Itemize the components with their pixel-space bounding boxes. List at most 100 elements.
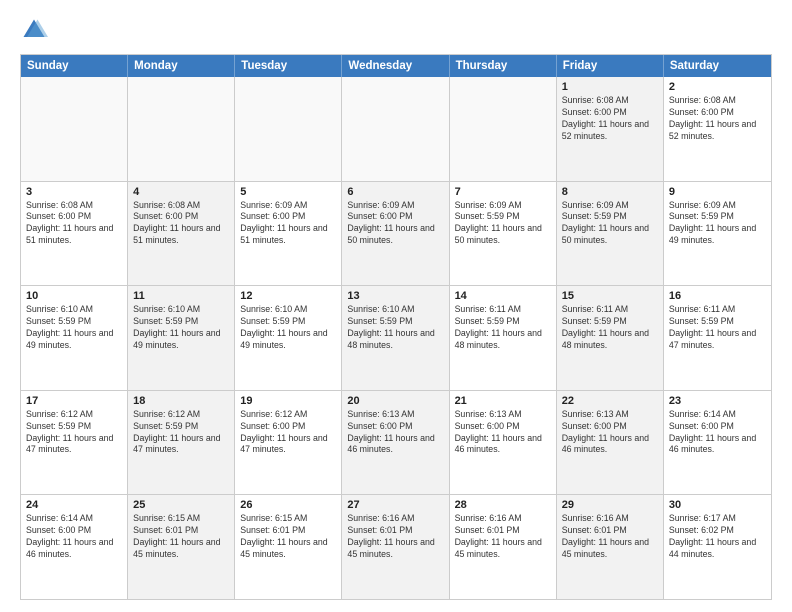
cal-cell: 8 Sunrise: 6:09 AMSunset: 5:59 PMDaylight… xyxy=(557,182,664,286)
day-number: 10 xyxy=(26,290,122,302)
cal-cell xyxy=(450,77,557,181)
day-number: 30 xyxy=(669,499,766,511)
day-number: 2 xyxy=(669,81,766,93)
day-number: 4 xyxy=(133,186,229,198)
day-number: 29 xyxy=(562,499,658,511)
day-number: 21 xyxy=(455,395,551,407)
cal-header-saturday: Saturday xyxy=(664,55,771,77)
cell-info: Sunrise: 6:09 AMSunset: 5:59 PMDaylight:… xyxy=(562,200,658,248)
cell-info: Sunrise: 6:15 AMSunset: 6:01 PMDaylight:… xyxy=(240,513,336,561)
cal-row-0: 1 Sunrise: 6:08 AMSunset: 6:00 PMDaylight… xyxy=(21,77,771,181)
day-number: 5 xyxy=(240,186,336,198)
cal-row-1: 3 Sunrise: 6:08 AMSunset: 6:00 PMDaylight… xyxy=(21,181,771,286)
day-number: 8 xyxy=(562,186,658,198)
cal-cell: 12 Sunrise: 6:10 AMSunset: 5:59 PMDayligh… xyxy=(235,286,342,390)
cell-info: Sunrise: 6:11 AMSunset: 5:59 PMDaylight:… xyxy=(562,304,658,352)
cal-cell: 13 Sunrise: 6:10 AMSunset: 5:59 PMDayligh… xyxy=(342,286,449,390)
day-number: 27 xyxy=(347,499,443,511)
cal-cell xyxy=(128,77,235,181)
cal-cell xyxy=(235,77,342,181)
cell-info: Sunrise: 6:11 AMSunset: 5:59 PMDaylight:… xyxy=(669,304,766,352)
day-number: 13 xyxy=(347,290,443,302)
cal-row-2: 10 Sunrise: 6:10 AMSunset: 5:59 PMDayligh… xyxy=(21,285,771,390)
cal-header-wednesday: Wednesday xyxy=(342,55,449,77)
cal-cell: 26Sunrise: 6:15 AMSunset: 6:01 PMDayligh… xyxy=(235,495,342,599)
cell-info: Sunrise: 6:13 AMSunset: 6:00 PMDaylight:… xyxy=(455,409,551,457)
cal-cell: 2 Sunrise: 6:08 AMSunset: 6:00 PMDaylight… xyxy=(664,77,771,181)
calendar: SundayMondayTuesdayWednesdayThursdayFrid… xyxy=(20,54,772,600)
cal-cell: 24Sunrise: 6:14 AMSunset: 6:00 PMDayligh… xyxy=(21,495,128,599)
cell-info: Sunrise: 6:09 AMSunset: 5:59 PMDaylight:… xyxy=(455,200,551,248)
cal-cell: 19 Sunrise: 6:12 AMSunset: 6:00 PMDayligh… xyxy=(235,391,342,495)
cal-cell: 4 Sunrise: 6:08 AMSunset: 6:00 PMDaylight… xyxy=(128,182,235,286)
cal-cell: 10 Sunrise: 6:10 AMSunset: 5:59 PMDayligh… xyxy=(21,286,128,390)
day-number: 11 xyxy=(133,290,229,302)
logo-icon xyxy=(20,16,48,44)
logo xyxy=(20,16,52,44)
cal-header-friday: Friday xyxy=(557,55,664,77)
cell-info: Sunrise: 6:08 AMSunset: 6:00 PMDaylight:… xyxy=(26,200,122,248)
cell-info: Sunrise: 6:08 AMSunset: 6:00 PMDaylight:… xyxy=(133,200,229,248)
cal-cell: 18Sunrise: 6:12 AMSunset: 5:59 PMDayligh… xyxy=(128,391,235,495)
cal-cell: 22 Sunrise: 6:13 AMSunset: 6:00 PMDayligh… xyxy=(557,391,664,495)
day-number: 3 xyxy=(26,186,122,198)
day-number: 9 xyxy=(669,186,766,198)
cell-info: Sunrise: 6:09 AMSunset: 6:00 PMDaylight:… xyxy=(347,200,443,248)
cal-header-monday: Monday xyxy=(128,55,235,77)
cell-info: Sunrise: 6:13 AMSunset: 6:00 PMDaylight:… xyxy=(347,409,443,457)
cal-cell: 7Sunrise: 6:09 AMSunset: 5:59 PMDaylight… xyxy=(450,182,557,286)
cal-cell: 23 Sunrise: 6:14 AMSunset: 6:00 PMDayligh… xyxy=(664,391,771,495)
cell-info: Sunrise: 6:10 AMSunset: 5:59 PMDaylight:… xyxy=(26,304,122,352)
cal-cell: 28 Sunrise: 6:16 AMSunset: 6:01 PMDayligh… xyxy=(450,495,557,599)
day-number: 18 xyxy=(133,395,229,407)
cal-header-sunday: Sunday xyxy=(21,55,128,77)
cell-info: Sunrise: 6:14 AMSunset: 6:00 PMDaylight:… xyxy=(26,513,122,561)
cal-cell: 25 Sunrise: 6:15 AMSunset: 6:01 PMDayligh… xyxy=(128,495,235,599)
cal-cell: 27 Sunrise: 6:16 AMSunset: 6:01 PMDayligh… xyxy=(342,495,449,599)
calendar-body: 1 Sunrise: 6:08 AMSunset: 6:00 PMDaylight… xyxy=(21,77,771,599)
cal-cell: 29 Sunrise: 6:16 AMSunset: 6:01 PMDayligh… xyxy=(557,495,664,599)
cal-cell: 15 Sunrise: 6:11 AMSunset: 5:59 PMDayligh… xyxy=(557,286,664,390)
cell-info: Sunrise: 6:08 AMSunset: 6:00 PMDaylight:… xyxy=(669,95,766,143)
cell-info: Sunrise: 6:08 AMSunset: 6:00 PMDaylight:… xyxy=(562,95,658,143)
day-number: 16 xyxy=(669,290,766,302)
day-number: 17 xyxy=(26,395,122,407)
day-number: 15 xyxy=(562,290,658,302)
cell-info: Sunrise: 6:09 AMSunset: 6:00 PMDaylight:… xyxy=(240,200,336,248)
page: SundayMondayTuesdayWednesdayThursdayFrid… xyxy=(0,0,792,612)
day-number: 12 xyxy=(240,290,336,302)
day-number: 25 xyxy=(133,499,229,511)
cell-info: Sunrise: 6:13 AMSunset: 6:00 PMDaylight:… xyxy=(562,409,658,457)
day-number: 6 xyxy=(347,186,443,198)
cal-cell: 11 Sunrise: 6:10 AMSunset: 5:59 PMDayligh… xyxy=(128,286,235,390)
cal-cell: 20 Sunrise: 6:13 AMSunset: 6:00 PMDayligh… xyxy=(342,391,449,495)
cell-info: Sunrise: 6:16 AMSunset: 6:01 PMDaylight:… xyxy=(562,513,658,561)
day-number: 23 xyxy=(669,395,766,407)
cell-info: Sunrise: 6:10 AMSunset: 5:59 PMDaylight:… xyxy=(133,304,229,352)
cell-info: Sunrise: 6:16 AMSunset: 6:01 PMDaylight:… xyxy=(347,513,443,561)
cell-info: Sunrise: 6:16 AMSunset: 6:01 PMDaylight:… xyxy=(455,513,551,561)
header xyxy=(20,16,772,44)
cell-info: Sunrise: 6:15 AMSunset: 6:01 PMDaylight:… xyxy=(133,513,229,561)
cal-header-tuesday: Tuesday xyxy=(235,55,342,77)
day-number: 28 xyxy=(455,499,551,511)
cell-info: Sunrise: 6:14 AMSunset: 6:00 PMDaylight:… xyxy=(669,409,766,457)
cal-cell: 21 Sunrise: 6:13 AMSunset: 6:00 PMDayligh… xyxy=(450,391,557,495)
day-number: 14 xyxy=(455,290,551,302)
cell-info: Sunrise: 6:09 AMSunset: 5:59 PMDaylight:… xyxy=(669,200,766,248)
cal-cell: 16 Sunrise: 6:11 AMSunset: 5:59 PMDayligh… xyxy=(664,286,771,390)
cal-cell: 9 Sunrise: 6:09 AMSunset: 5:59 PMDaylight… xyxy=(664,182,771,286)
cal-cell: 5 Sunrise: 6:09 AMSunset: 6:00 PMDaylight… xyxy=(235,182,342,286)
cell-info: Sunrise: 6:10 AMSunset: 5:59 PMDaylight:… xyxy=(347,304,443,352)
cal-cell: 17 Sunrise: 6:12 AMSunset: 5:59 PMDayligh… xyxy=(21,391,128,495)
cal-row-3: 17 Sunrise: 6:12 AMSunset: 5:59 PMDayligh… xyxy=(21,390,771,495)
day-number: 22 xyxy=(562,395,658,407)
cal-header-thursday: Thursday xyxy=(450,55,557,77)
cell-info: Sunrise: 6:12 AMSunset: 5:59 PMDaylight:… xyxy=(26,409,122,457)
day-number: 20 xyxy=(347,395,443,407)
day-number: 19 xyxy=(240,395,336,407)
cell-info: Sunrise: 6:12 AMSunset: 6:00 PMDaylight:… xyxy=(240,409,336,457)
cell-info: Sunrise: 6:10 AMSunset: 5:59 PMDaylight:… xyxy=(240,304,336,352)
day-number: 1 xyxy=(562,81,658,93)
cal-row-4: 24Sunrise: 6:14 AMSunset: 6:00 PMDayligh… xyxy=(21,494,771,599)
